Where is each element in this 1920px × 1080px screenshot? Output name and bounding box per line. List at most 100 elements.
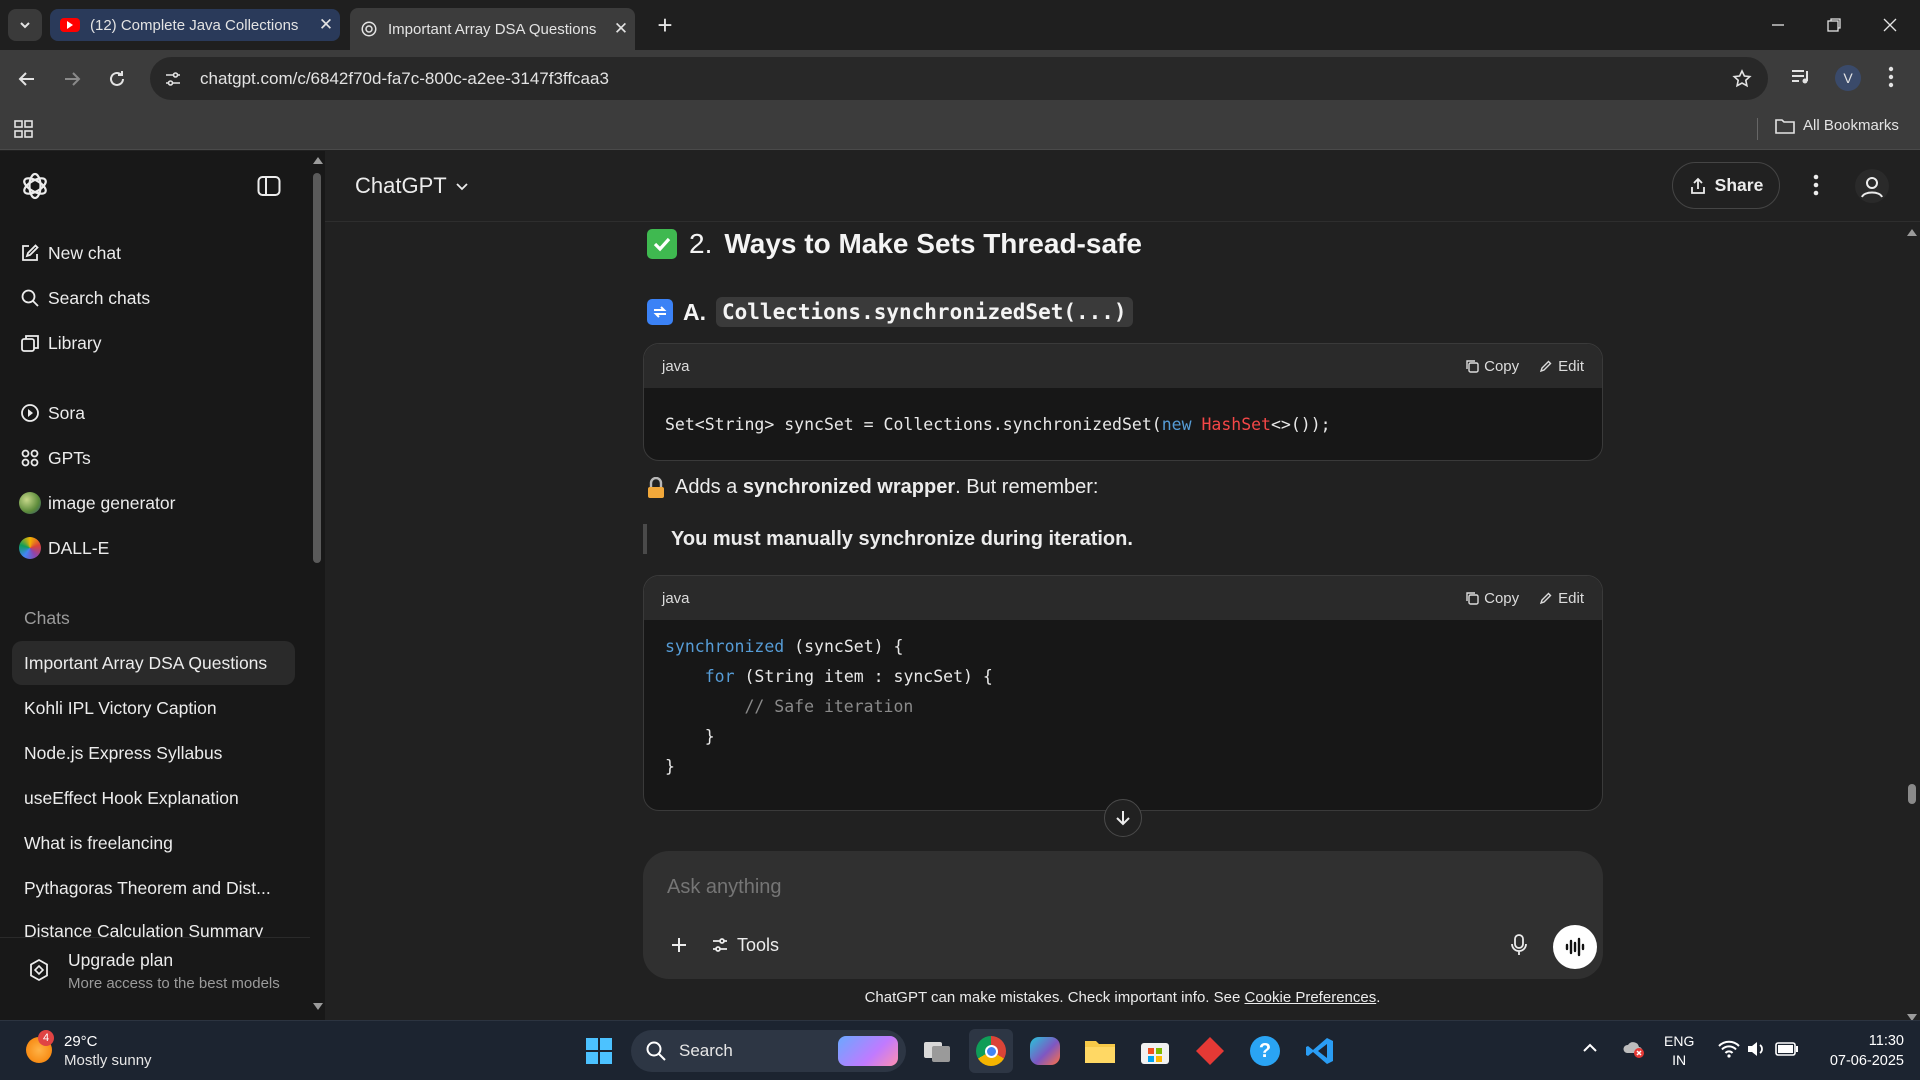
chrome-taskbar-icon[interactable]: [969, 1029, 1013, 1073]
bookmark-divider: [1757, 118, 1758, 140]
code-content[interactable]: Set<String> syncSet = Collections.synchr…: [644, 388, 1602, 440]
all-bookmarks-button[interactable]: All Bookmarks: [1775, 117, 1899, 134]
chat-list-item[interactable]: useEffect Hook Explanation: [12, 776, 295, 820]
sidebar-scrollbar[interactable]: [310, 151, 325, 1020]
upgrade-plan-button[interactable]: Upgrade plan More access to the best mod…: [0, 937, 310, 1020]
file-explorer-taskbar-icon[interactable]: [1078, 1029, 1122, 1073]
code-block-2: java Copy Edit synchronized (syncSet) { …: [643, 575, 1603, 811]
model-selector[interactable]: ChatGPT: [355, 173, 469, 199]
main-scrollbar-thumb[interactable]: [1908, 784, 1916, 804]
main-scrollbar[interactable]: [1903, 223, 1920, 1023]
cookie-preferences-link[interactable]: Cookie Preferences: [1244, 989, 1376, 1006]
show-hidden-icons-button[interactable]: [1582, 1041, 1598, 1053]
bookmark-star-icon[interactable]: [1732, 68, 1752, 89]
edit-code-button[interactable]: Edit: [1539, 590, 1584, 607]
attach-button[interactable]: [661, 927, 697, 963]
code-block-header: java Copy Edit: [644, 576, 1602, 620]
url-text[interactable]: chatgpt.com/c/6842f70d-fa7c-800c-a2ee-31…: [200, 69, 1732, 89]
copy-code-button[interactable]: Copy: [1465, 590, 1519, 607]
code-line: synchronized (syncSet) {: [665, 632, 1581, 662]
language-bottom: IN: [1672, 1052, 1687, 1068]
code-content[interactable]: synchronized (syncSet) { for (String ite…: [644, 620, 1602, 782]
reload-button[interactable]: [102, 64, 132, 94]
sidebar-item-new-chat[interactable]: New chat: [12, 232, 295, 274]
chat-list-item[interactable]: Important Array DSA Questions: [12, 641, 295, 685]
sidebar-scrollbar-thumb[interactable]: [313, 173, 321, 563]
media-control-icon[interactable]: [1790, 66, 1812, 88]
sidebar-item-search-chats[interactable]: Search chats: [12, 277, 295, 319]
copy-code-button[interactable]: Copy: [1465, 358, 1519, 375]
language-indicator[interactable]: ENG IN: [1664, 1032, 1694, 1070]
tab-search-button[interactable]: [8, 9, 42, 41]
copilot-taskbar-icon[interactable]: [1023, 1029, 1067, 1073]
browser-tab-youtube[interactable]: (12) Complete Java Collections ✕: [50, 9, 340, 41]
sidebar-item-dalle[interactable]: DALL-E: [12, 527, 295, 569]
close-tab-icon[interactable]: ✕: [607, 19, 635, 39]
note-prefix: Adds a: [675, 476, 743, 498]
help-icon: ?: [1250, 1036, 1280, 1066]
sidebar-item-image-generator[interactable]: image generator: [12, 482, 295, 524]
header-divider: [325, 221, 1920, 222]
new-tab-button[interactable]: +: [650, 10, 680, 40]
onedrive-status-icon[interactable]: [1622, 1039, 1646, 1059]
chat-list-item[interactable]: Distance Calculation Summary: [12, 911, 295, 937]
main-panel: ChatGPT Share 2. Ways to Make Sets Threa…: [325, 151, 1920, 1023]
more-options-icon[interactable]: [1813, 173, 1819, 197]
openai-logo-icon[interactable]: [20, 171, 50, 201]
restore-button[interactable]: [1806, 0, 1861, 50]
weather-widget[interactable]: 4 29°C Mostly sunny: [22, 1029, 202, 1073]
code-token: }: [665, 757, 675, 776]
browser-menu-icon[interactable]: [1888, 65, 1894, 89]
vscode-taskbar-icon[interactable]: [1298, 1029, 1342, 1073]
microphone-icon: [1511, 934, 1527, 955]
windows-start-button[interactable]: [577, 1029, 621, 1073]
taskbar-search-box[interactable]: Search: [631, 1030, 906, 1072]
microphone-button[interactable]: [1501, 927, 1537, 963]
forward-button[interactable]: [57, 64, 87, 94]
code-token: }: [665, 727, 715, 746]
image-generator-icon: [12, 492, 48, 514]
windows-taskbar: 4 29°C Mostly sunny Search ? ENG IN 11:3…: [0, 1020, 1920, 1080]
share-button[interactable]: Share: [1672, 162, 1780, 209]
app-diamond-taskbar-icon[interactable]: [1188, 1029, 1232, 1073]
scroll-to-bottom-button[interactable]: [1104, 799, 1142, 837]
sidebar-item-gpts[interactable]: GPTs: [12, 437, 295, 479]
wifi-icon[interactable]: [1718, 1040, 1740, 1058]
section-heading: 2. Ways to Make Sets Thread-safe: [647, 228, 1142, 260]
note-suffix: . But remember:: [955, 476, 1099, 498]
battery-icon[interactable]: [1775, 1042, 1799, 1056]
browser-tab-chatgpt[interactable]: Important Array DSA Questions ✕: [350, 8, 635, 50]
tools-button[interactable]: Tools: [711, 927, 779, 963]
site-settings-icon[interactable]: [164, 70, 188, 88]
clock[interactable]: 11:30 07-06-2025: [1812, 1031, 1904, 1071]
chat-list-item[interactable]: Pythagoras Theorem and Dist...: [12, 866, 295, 910]
minimize-button[interactable]: [1750, 0, 1805, 50]
user-avatar[interactable]: [1855, 169, 1889, 203]
chat-list-item[interactable]: Node.js Express Syllabus: [12, 731, 295, 775]
profile-avatar[interactable]: V: [1835, 65, 1861, 91]
prompt-input[interactable]: [667, 871, 1567, 903]
edit-code-button[interactable]: Edit: [1539, 358, 1584, 375]
help-taskbar-icon[interactable]: ?: [1243, 1029, 1287, 1073]
voice-mode-button[interactable]: [1553, 925, 1597, 969]
omnibox[interactable]: chatgpt.com/c/6842f70d-fa7c-800c-a2ee-31…: [150, 57, 1768, 100]
share-label: Share: [1714, 175, 1764, 195]
chat-list-item[interactable]: Kohli IPL Victory Caption: [12, 686, 295, 730]
apps-grid-icon[interactable]: [14, 120, 34, 138]
task-view-button[interactable]: [915, 1029, 959, 1073]
clock-date: 07-06-2025: [1829, 1053, 1904, 1069]
code-line: Set<String> syncSet = Collections.synchr…: [665, 410, 1581, 440]
microsoft-store-taskbar-icon[interactable]: [1133, 1029, 1177, 1073]
toggle-sidebar-icon[interactable]: [257, 175, 281, 197]
blockquote-text: You must manually synchronize during ite…: [671, 527, 1133, 550]
chat-list-item[interactable]: What is freelancing: [12, 821, 295, 865]
back-button[interactable]: [12, 64, 42, 94]
volume-icon[interactable]: [1746, 1040, 1766, 1058]
close-window-button[interactable]: [1862, 0, 1917, 50]
code-token: // Safe iteration: [665, 697, 914, 716]
heading-text: Ways to Make Sets Thread-safe: [724, 228, 1142, 259]
close-tab-icon[interactable]: ✕: [312, 15, 340, 35]
sidebar-item-library[interactable]: Library: [12, 322, 295, 364]
sidebar-item-sora[interactable]: Sora: [12, 392, 295, 434]
